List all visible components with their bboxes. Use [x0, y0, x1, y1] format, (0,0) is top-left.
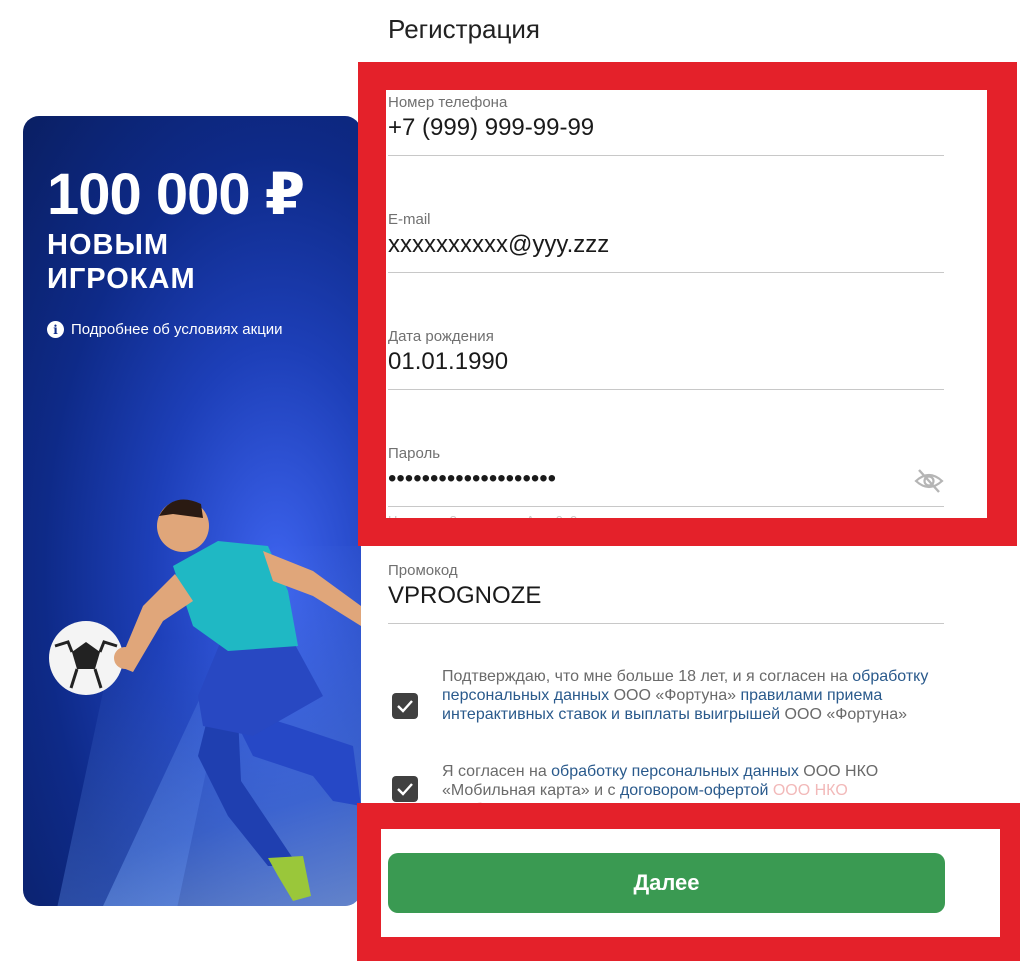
page-title: Регистрация [388, 14, 540, 44]
phone-field: Номер телефона [388, 94, 944, 156]
promo-terms-label: Подробнее об условиях акции [71, 321, 283, 338]
email-input[interactable] [388, 231, 888, 259]
phone-input[interactable] [388, 114, 888, 142]
payment-consent-checkbox[interactable] [392, 776, 418, 802]
consent-text-part: Подтверждаю, что мне больше 18 лет, и я … [442, 668, 853, 685]
promo-banner: 100 000 ₽ НОВЫМ ИГРОКАМ i Подробнее об у… [23, 116, 361, 906]
promo-code-label: Промокод [388, 562, 458, 579]
bonus-amount: 100 000 ₽ [47, 162, 305, 227]
password-label: Пароль [388, 445, 441, 462]
soccer-ball-icon [49, 621, 123, 695]
info-icon: i [47, 321, 64, 338]
birth-date-input[interactable] [388, 348, 888, 376]
phone-label: Номер телефона [388, 94, 508, 111]
bonus-tagline-line2: ИГРОКАМ [47, 263, 196, 295]
checkmark-icon [397, 700, 413, 713]
promo-terms-link[interactable]: i Подробнее об условиях акции [47, 321, 283, 338]
next-button[interactable]: Далее [388, 853, 945, 913]
email-field: E-mail [388, 211, 944, 273]
consent-text-part: Я согласен на [442, 763, 552, 780]
bonus-tagline-line1: НОВЫМ [47, 229, 169, 261]
promo-code-input[interactable] [388, 582, 888, 610]
birth-date-label: Дата рождения [388, 328, 494, 345]
email-label: E-mail [388, 211, 431, 228]
offer-agreement-link[interactable]: договором-офертой [620, 782, 768, 799]
checkmark-icon [397, 783, 413, 796]
password-input[interactable] [388, 465, 888, 493]
personal-data-link[interactable]: обработку персональных данных [551, 763, 799, 780]
birth-date-field: Дата рождения [388, 328, 944, 390]
football-player-illustration [49, 499, 361, 901]
payment-consent-text: Я согласен на обработку персональных дан… [442, 762, 942, 819]
password-field: Пароль [388, 445, 944, 507]
age-consent-text: Подтверждаю, что мне больше 18 лет, и я … [442, 667, 942, 724]
consent-text-part: ООО «Фортуна» [609, 687, 741, 704]
age-consent-checkbox[interactable] [392, 693, 418, 719]
eye-off-icon[interactable] [914, 467, 944, 495]
promo-code-field: Промокод [388, 562, 944, 624]
password-hint: Не менее 8 символов: A–z, 0–9, спецсимво… [388, 513, 666, 528]
consent-text-part: ООО «Фортуна» [780, 706, 907, 723]
